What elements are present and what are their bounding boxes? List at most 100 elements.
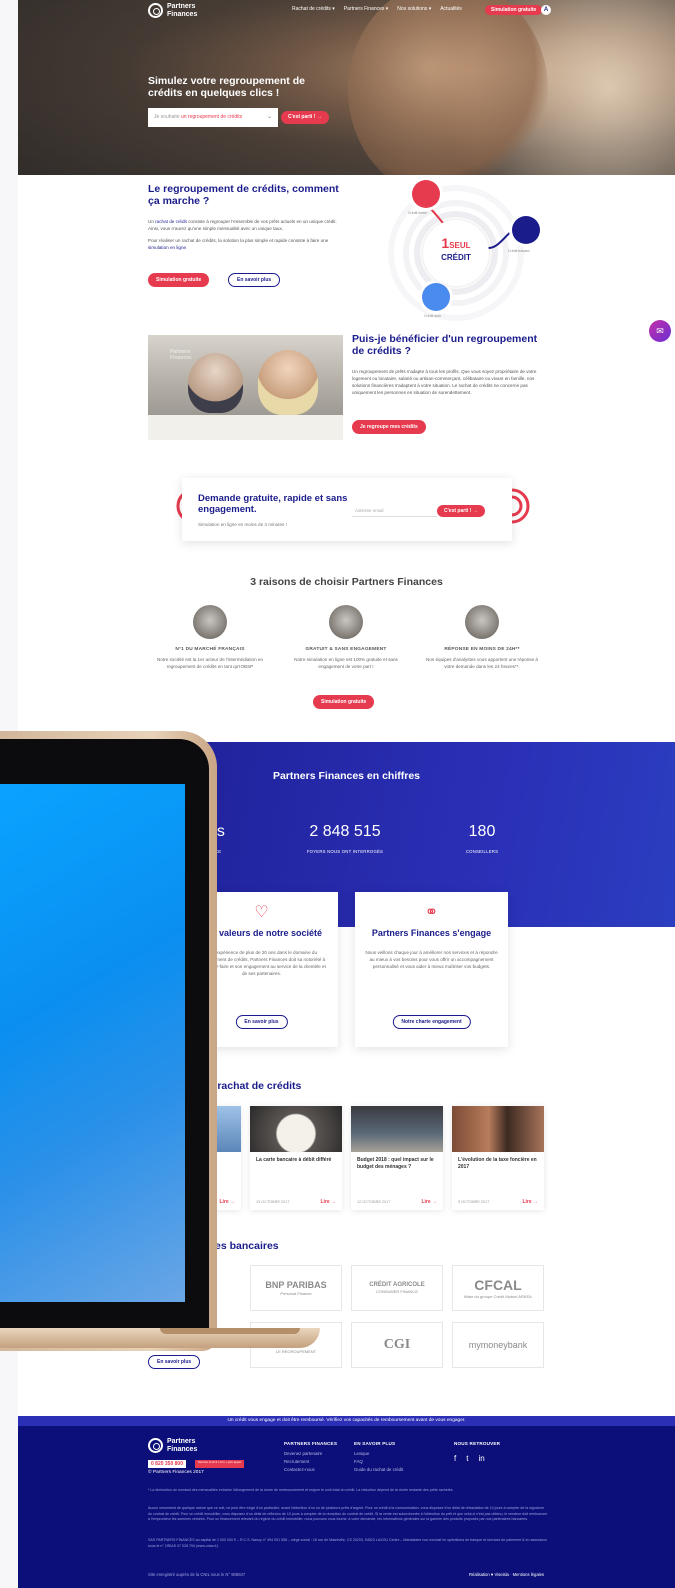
news-date: 9 OCTOBRE 2017 [458, 1200, 490, 1204]
social-links: f t in [454, 1454, 485, 1463]
rachat-link[interactable]: rachat de crédit [155, 219, 187, 224]
cnil-note: Site enregistré auprès de la CNIL sous l… [148, 1572, 246, 1577]
how-simulation-button[interactable]: Simulation gratuite [148, 273, 210, 287]
heart-icon: ♡ [254, 904, 269, 921]
logo-icon [148, 1438, 163, 1453]
stat-label: FOYERS NOUS ONT INTERROGÉS [306, 849, 384, 854]
stat-number: 180 [468, 823, 496, 840]
how-title: Le regroupement de crédits, comment ça m… [148, 183, 339, 207]
news-card[interactable]: La carte bancaire à débit différé 13 OCT… [250, 1106, 342, 1210]
hero-title: Simulez votre regroupement de crédits en… [148, 75, 305, 99]
charter-button[interactable]: Notre charte engagement [392, 1015, 471, 1029]
car-icon [422, 283, 450, 311]
request-submit-button[interactable]: C'est parti ! → [437, 505, 485, 517]
chat-icon[interactable]: ✉ [649, 320, 671, 342]
news-image [351, 1106, 443, 1152]
request-subtitle: Simulation en ligne en moins de 3 minute… [198, 522, 287, 527]
news-card[interactable]: Budget 2018 : quel impact sur le budget … [351, 1106, 443, 1210]
reasons-simulation-button[interactable]: Simulation gratuite [313, 695, 375, 709]
footer-link[interactable]: Recrutement [284, 1458, 337, 1466]
email-field[interactable]: Adresse email [352, 505, 437, 517]
handshake-icon: ⚭ [424, 904, 439, 921]
legal-text-2: Aucun versement de quelque nature que ce… [148, 1506, 548, 1521]
request-card: Demande gratuite, rapide et sans engagem… [182, 478, 512, 541]
stat-item: 2 848 515 FOYERS NOUS ONT INTERROGÉS [300, 823, 390, 854]
user-icon[interactable]: A [541, 5, 551, 15]
news-date: 13 OCTOBRE 2017 [256, 1200, 290, 1204]
laptop-screen [0, 784, 185, 1302]
logo-icon [148, 3, 163, 18]
stat-number: 2 848 515 [309, 823, 381, 840]
logo-text-1: Partners [167, 3, 196, 10]
footer-logo[interactable]: Partners Finances [148, 1438, 197, 1453]
how-more-button[interactable]: En savoir plus [228, 273, 281, 287]
eligible-button[interactable]: Je regroupe mes crédits [352, 420, 426, 434]
gift-icon [329, 605, 363, 639]
legal-text-1: * La diminution du montant des mensualit… [148, 1488, 454, 1492]
commitment-title: Partners Finances s'engage [371, 928, 492, 938]
logo-text-2: Finances [167, 10, 198, 18]
values-more-button[interactable]: En savoir plus [235, 1015, 288, 1029]
facebook-icon[interactable]: f [454, 1454, 456, 1463]
footer-link[interactable]: Devenez partenaire [284, 1450, 337, 1458]
footer-link[interactable]: Lexique [354, 1450, 403, 1458]
footer-col-partners: PARTNERS FINANCES Devenez partenaire Rec… [284, 1441, 338, 1474]
credit-warning: Un crédit vous engage et doit être rembo… [18, 1416, 675, 1426]
reason-item: N°1 DU MARCHÉ FRANÇAIS Notre société est… [150, 605, 270, 670]
partners-more-button[interactable]: En savoir plus [148, 1355, 201, 1369]
hero-select[interactable]: Je souhaite un regroupement de crédits ⌄ [148, 108, 278, 127]
credits-links[interactable]: Réalisation ♥ Viseisla · Mentions légale… [469, 1572, 544, 1577]
reason-heading: RÉPONSE EN MOINS DE 24H** [444, 647, 520, 652]
nav-link-actualites[interactable]: Actualités [440, 6, 462, 12]
news-read-link[interactable]: Lire → [421, 1199, 437, 1205]
partner-logo-cfcal: CFCAL filiale du groupe Crédit Mutuel AR… [452, 1265, 544, 1311]
reason-heading: GRATUIT & SANS ENGAGEMENT [305, 647, 387, 652]
photo-watermark: Partners Finances [170, 349, 192, 361]
reason-item: GRATUIT & SANS ENGAGEMENT Notre simulati… [286, 605, 406, 670]
how-text: Un rachat de crédit consiste à regrouper… [148, 219, 337, 250]
nav-link-solutions[interactable]: Nos solutions ▾ [397, 6, 431, 12]
nav-simulation-button[interactable]: Simulation gratuite [485, 5, 543, 15]
reason-text: Notre simulation en ligne est 100% gratu… [294, 657, 398, 669]
chevron-down-icon: ⌄ [266, 114, 272, 120]
hero-banner: Partners Finances Rachat de crédits ▾ Pa… [18, 0, 675, 175]
news-image [250, 1106, 342, 1152]
nav-link-rachat[interactable]: Rachat de crédits ▾ [292, 6, 335, 12]
news-image [452, 1106, 544, 1152]
request-title: Demande gratuite, rapide et sans engagem… [198, 493, 348, 515]
news-date: 12 OCTOBRE 2017 [357, 1200, 391, 1204]
news-card[interactable]: L'évolution de la taxe foncière en 2017 … [452, 1106, 544, 1210]
reasons-title: 3 raisons de choisir Partners Finances [250, 576, 443, 588]
footer: Partners Finances 0 820 350 800 Service … [18, 1426, 675, 1588]
phone-number[interactable]: 0 820 350 800 [148, 1460, 186, 1468]
eligible-text: Un regroupement de prêts s'adapte à tous… [352, 369, 537, 395]
simulation-link[interactable]: simulation en ligne [148, 245, 186, 250]
footer-link[interactable]: Contactez-nous [284, 1466, 337, 1474]
single-credit-badge: 1SEUL CRÉDIT [423, 220, 489, 286]
hero-select-prefix: Je souhaite [154, 114, 180, 120]
news-read-link[interactable]: Lire → [320, 1199, 336, 1205]
nav-link-partners[interactable]: Partners Finances ▾ [344, 6, 388, 12]
hero-select-value: un regroupement de crédits [180, 114, 243, 120]
couple-photo: Partners Finances [148, 335, 343, 440]
partners-title: ires bancaires [208, 1240, 279, 1252]
footer-link[interactable]: Guide du rachat de crédit [354, 1466, 403, 1474]
logo[interactable]: Partners Finances [148, 3, 197, 18]
footer-bottom: Site enregistré auprès de la CNIL sous l… [148, 1572, 544, 1577]
bubble-label-auto: Crédit auto [424, 314, 442, 318]
hero-start-button[interactable]: C'est parti ! → [281, 111, 329, 124]
twitter-icon[interactable]: t [466, 1454, 468, 1463]
news-read-link[interactable]: Lire → [522, 1199, 538, 1205]
laptop-mockup [0, 731, 217, 1351]
laptop-bezel [0, 739, 209, 1343]
news-read-link[interactable]: Lire → [219, 1199, 235, 1205]
news-title-text: La carte bancaire à débit différé [256, 1157, 332, 1163]
commitment-card: ⚭ Partners Finances s'engage Nous veillo… [355, 892, 508, 1047]
footer-col-social: NOUS RETROUVER [454, 1441, 501, 1446]
reason-item: RÉPONSE EN MOINS DE 24H** Nos équipes d'… [422, 605, 542, 670]
linkedin-icon[interactable]: in [478, 1454, 484, 1463]
copyright: © Partners Finances 2017 [148, 1470, 204, 1475]
bubble-label-travaux: Crédit travaux [508, 249, 530, 253]
footer-link[interactable]: FAQ [354, 1458, 403, 1466]
house-icon [412, 180, 440, 208]
